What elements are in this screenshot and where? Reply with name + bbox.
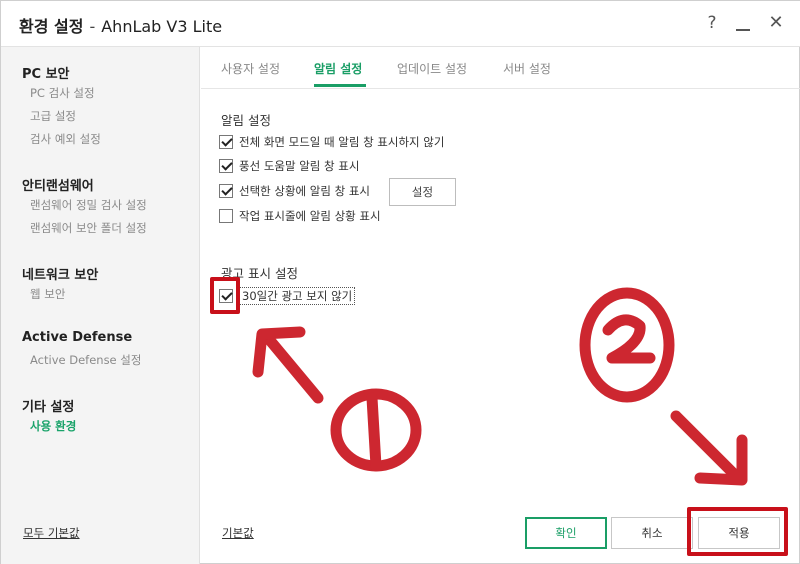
sidebar-item-scan-exclusions[interactable]: 검사 예외 설정 <box>30 131 101 147</box>
tab-server-settings[interactable]: 서버 설정 <box>503 60 551 77</box>
option-selected-situation-alert[interactable]: 선택한 상황에 알림 창 표시 <box>219 182 370 200</box>
sidebar-item-active-defense-settings[interactable]: Active Defense 설정 <box>30 352 141 368</box>
sidebar-item-ransomware-protected-folders[interactable]: 랜섬웨어 보안 폴더 설정 <box>30 220 147 236</box>
tab-update-settings[interactable]: 업데이트 설정 <box>397 60 467 77</box>
sidebar-group-anti-ransomware[interactable]: 안티랜섬웨어 <box>22 175 94 194</box>
restore-defaults-link[interactable]: 기본값 <box>222 525 254 541</box>
option-hide-ads-30-days[interactable]: 30일간 광고 보지 않기 <box>219 287 356 305</box>
apply-button[interactable]: 적용 <box>698 517 780 549</box>
option-label: 선택한 상황에 알림 창 표시 <box>239 184 371 198</box>
ok-button[interactable]: 확인 <box>525 517 607 549</box>
ad-section-title: 광고 표시 설정 <box>221 266 298 281</box>
checkbox-taskbar-alert-status[interactable] <box>219 209 233 223</box>
sidebar-group-active-defense[interactable]: Active Defense <box>22 330 132 345</box>
sidebar: PC 보안 PC 검사 설정 고급 설정 검사 예외 설정 안티랜섬웨어 랜섬웨… <box>1 47 200 564</box>
sidebar-group-pc-security[interactable]: PC 보안 <box>22 63 70 82</box>
option-balloon-tip-alert[interactable]: 풍선 도움말 알림 창 표시 <box>219 157 359 175</box>
checkbox-balloon-tip-alert[interactable] <box>219 159 233 173</box>
close-button[interactable]: ✕ <box>765 11 787 35</box>
sidebar-item-pc-scan-settings[interactable]: PC 검사 설정 <box>30 85 95 101</box>
sidebar-item-advanced-settings[interactable]: 고급 설정 <box>30 108 76 124</box>
window-title-main: 환경 설정 <box>19 17 84 36</box>
sidebar-item-usage-environment[interactable]: 사용 환경 <box>30 418 76 434</box>
cancel-button[interactable]: 취소 <box>611 517 693 549</box>
window-title: 환경 설정 - AhnLab V3 Lite <box>19 13 222 37</box>
alert-settings-button[interactable]: 설정 <box>389 178 456 206</box>
window-title-app: AhnLab V3 Lite <box>101 17 223 36</box>
minimize-icon <box>736 29 750 31</box>
checkbox-hide-ads-30-days[interactable] <box>219 289 233 303</box>
sidebar-group-other-settings[interactable]: 기타 설정 <box>22 396 74 415</box>
title-bar: 환경 설정 - AhnLab V3 Lite ? ✕ <box>1 1 800 47</box>
settings-window: 환경 설정 - AhnLab V3 Lite ? ✕ PC 보안 PC 검사 설정 … <box>0 0 800 564</box>
checkbox-selected-situation-alert[interactable] <box>219 184 233 198</box>
tab-notification-settings[interactable]: 알림 설정 <box>314 60 362 77</box>
notification-section-title: 알림 설정 <box>221 113 271 128</box>
option-label: 30일간 광고 보지 않기 <box>239 287 356 305</box>
sidebar-group-network-security[interactable]: 네트워크 보안 <box>22 264 98 283</box>
reset-all-defaults-link[interactable]: 모두 기본값 <box>23 525 80 541</box>
tab-bar: 사용자 설정 알림 설정 업데이트 설정 서버 설정 <box>201 47 800 89</box>
active-tab-indicator <box>314 84 366 87</box>
option-taskbar-alert-status[interactable]: 작업 표시줄에 알림 상황 표시 <box>219 207 381 225</box>
help-button[interactable]: ? <box>701 11 723 35</box>
checkbox-no-alert-fullscreen[interactable] <box>219 135 233 149</box>
main-panel: 사용자 설정 알림 설정 업데이트 설정 서버 설정 알림 설정 전체 화면 모… <box>201 47 800 564</box>
sidebar-item-ransomware-deep-scan[interactable]: 랜섬웨어 정밀 검사 설정 <box>30 197 147 213</box>
option-label: 풍선 도움말 알림 창 표시 <box>239 159 360 173</box>
window-title-separator: - <box>89 17 96 36</box>
option-no-alert-fullscreen[interactable]: 전체 화면 모드일 때 알림 창 표시하지 않기 <box>219 133 444 151</box>
option-label: 작업 표시줄에 알림 상황 표시 <box>239 209 381 223</box>
sidebar-item-web-security[interactable]: 웹 보안 <box>30 286 65 302</box>
tab-user-settings[interactable]: 사용자 설정 <box>221 60 280 77</box>
option-label: 전체 화면 모드일 때 알림 창 표시하지 않기 <box>239 135 445 149</box>
minimize-button[interactable] <box>732 11 754 35</box>
